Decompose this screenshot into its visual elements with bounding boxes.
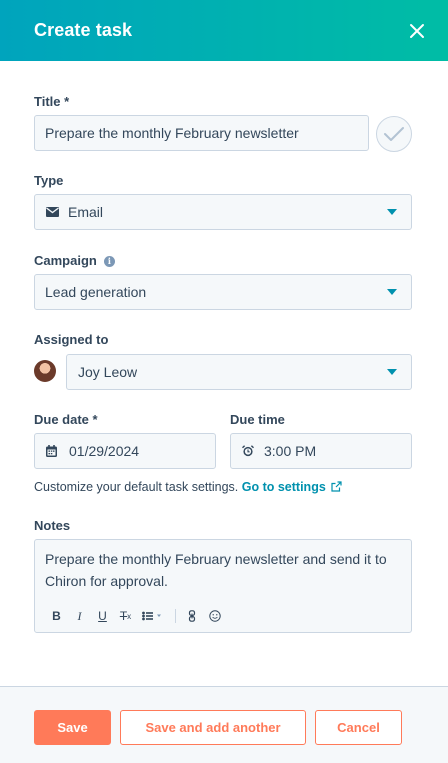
calendar-icon — [46, 445, 57, 457]
type-label: Type — [34, 173, 64, 188]
campaign-select[interactable]: Lead generation — [34, 274, 412, 310]
list-style-dropdown[interactable] — [137, 608, 171, 624]
complete-checkmark-button[interactable] — [376, 116, 412, 152]
settings-hint-text: Customize your default task settings. — [34, 480, 239, 494]
due-time-input[interactable]: 3:00 PM — [230, 433, 412, 469]
cancel-button[interactable]: Cancel — [315, 710, 402, 745]
dialog-footer: Save Save and add another Cancel — [0, 686, 448, 763]
close-icon[interactable] — [406, 20, 428, 42]
italic-button[interactable]: I — [68, 608, 91, 624]
title-value: Prepare the monthly February newsletter — [45, 125, 299, 141]
chevron-down-icon — [387, 289, 397, 295]
save-and-add-another-button[interactable]: Save and add another — [120, 710, 306, 745]
assigned-label: Assigned to — [34, 332, 109, 347]
save-button[interactable]: Save — [34, 710, 111, 745]
notes-text[interactable]: Prepare the monthly February newsletter … — [45, 548, 405, 592]
assignee-select[interactable]: Joy Leow — [66, 354, 412, 390]
chevron-down-icon — [387, 209, 397, 215]
type-select[interactable]: Email — [34, 194, 412, 230]
title-input[interactable]: Prepare the monthly February newsletter — [34, 115, 369, 151]
clear-format-icon: T — [119, 609, 128, 623]
title-label: Title * — [34, 94, 70, 109]
dialog-title: Create task — [34, 20, 133, 40]
go-to-settings-label: Go to settings — [241, 480, 326, 494]
rich-text-toolbar: B I U Tx — [45, 608, 226, 624]
dialog-header: Create task — [0, 0, 448, 61]
due-time-label: Due time — [230, 412, 285, 427]
due-date-input[interactable]: 01/29/2024 — [34, 433, 216, 469]
emoji-button[interactable] — [203, 608, 226, 624]
envelope-icon — [46, 207, 59, 217]
underline-button[interactable]: U — [91, 608, 114, 624]
avatar — [34, 360, 56, 382]
external-link-icon — [331, 481, 342, 492]
due-date-label: Due date * — [34, 412, 98, 427]
bulleted-list-icon — [142, 611, 161, 621]
smiley-icon — [208, 610, 221, 622]
assignee-value: Joy Leow — [78, 364, 138, 380]
notes-editor[interactable]: Prepare the monthly February newsletter … — [34, 539, 412, 633]
info-icon[interactable]: i — [103, 255, 115, 267]
chevron-down-icon — [387, 369, 397, 375]
due-time-value: 3:00 PM — [264, 443, 317, 459]
clear-format-button[interactable]: Tx — [114, 608, 137, 624]
toolbar-divider — [175, 609, 176, 623]
campaign-label: Campaign i — [34, 253, 115, 268]
due-date-value: 01/29/2024 — [69, 443, 140, 459]
go-to-settings-link[interactable]: Go to settings — [242, 480, 343, 494]
bold-button[interactable]: B — [45, 608, 68, 624]
notes-label: Notes — [34, 518, 71, 533]
link-icon — [188, 610, 195, 622]
settings-hint: Customize your default task settings. Go… — [34, 480, 342, 494]
checkmark-icon — [384, 127, 404, 141]
insert-link-button[interactable] — [180, 608, 203, 624]
alarm-clock-icon — [242, 445, 254, 457]
type-value: Email — [68, 204, 104, 220]
campaign-value: Lead generation — [45, 284, 147, 300]
campaign-label-text: Campaign — [34, 253, 97, 268]
